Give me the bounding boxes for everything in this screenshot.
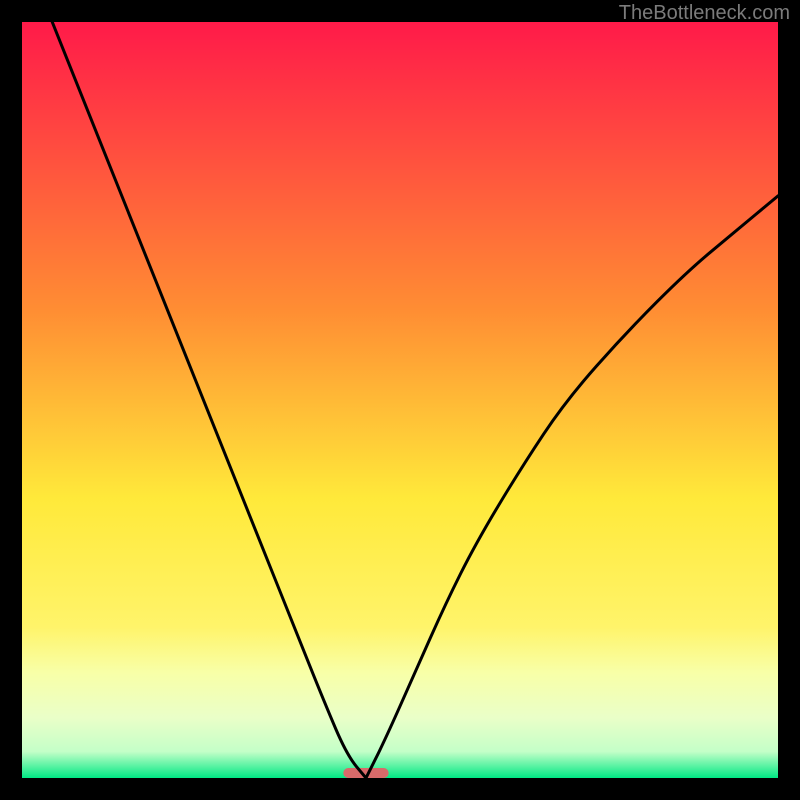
watermark-text: TheBottleneck.com [619,2,790,25]
chart-frame: TheBottleneck.com [0,0,800,800]
chart-plot [22,22,778,778]
chart-background [22,22,778,778]
